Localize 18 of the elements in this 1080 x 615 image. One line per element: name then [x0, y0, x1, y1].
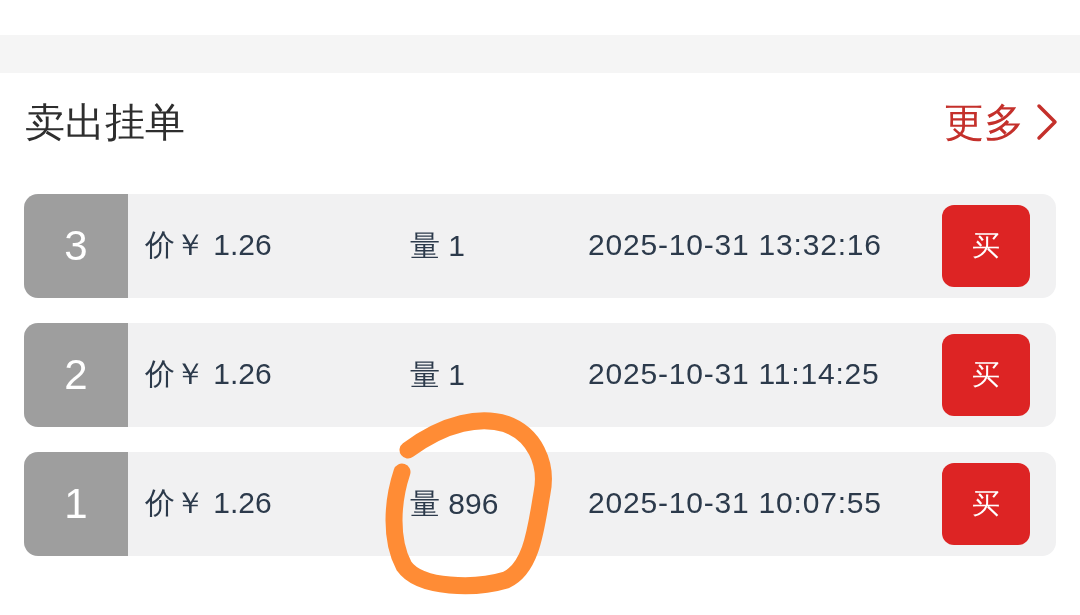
buy-button[interactable]: 买: [942, 334, 1030, 416]
price-text: 价￥ 1.26: [145, 228, 272, 261]
rank-number: 1: [24, 452, 128, 556]
more-link[interactable]: 更多: [944, 101, 1058, 166]
buy-button[interactable]: 买: [942, 205, 1030, 287]
datetime-text: 2025-10-31 13:32:16: [588, 228, 882, 261]
datetime-text: 2025-10-31 11:14:25: [588, 357, 880, 390]
section-title: 卖出挂单: [25, 101, 185, 146]
price-text: 价￥ 1.26: [145, 486, 272, 519]
quantity-text: 量 896: [410, 489, 499, 519]
rank-number: 2: [24, 323, 128, 427]
quantity-text: 量 1: [410, 360, 466, 390]
quantity-text: 量 1: [410, 231, 466, 261]
price-text: 价￥ 1.26: [145, 357, 272, 390]
buy-button[interactable]: 买: [942, 463, 1030, 545]
rank-number: 3: [24, 194, 128, 298]
datetime-text: 2025-10-31 10:07:55: [588, 486, 882, 519]
chevron-right-icon: [1036, 102, 1058, 141]
